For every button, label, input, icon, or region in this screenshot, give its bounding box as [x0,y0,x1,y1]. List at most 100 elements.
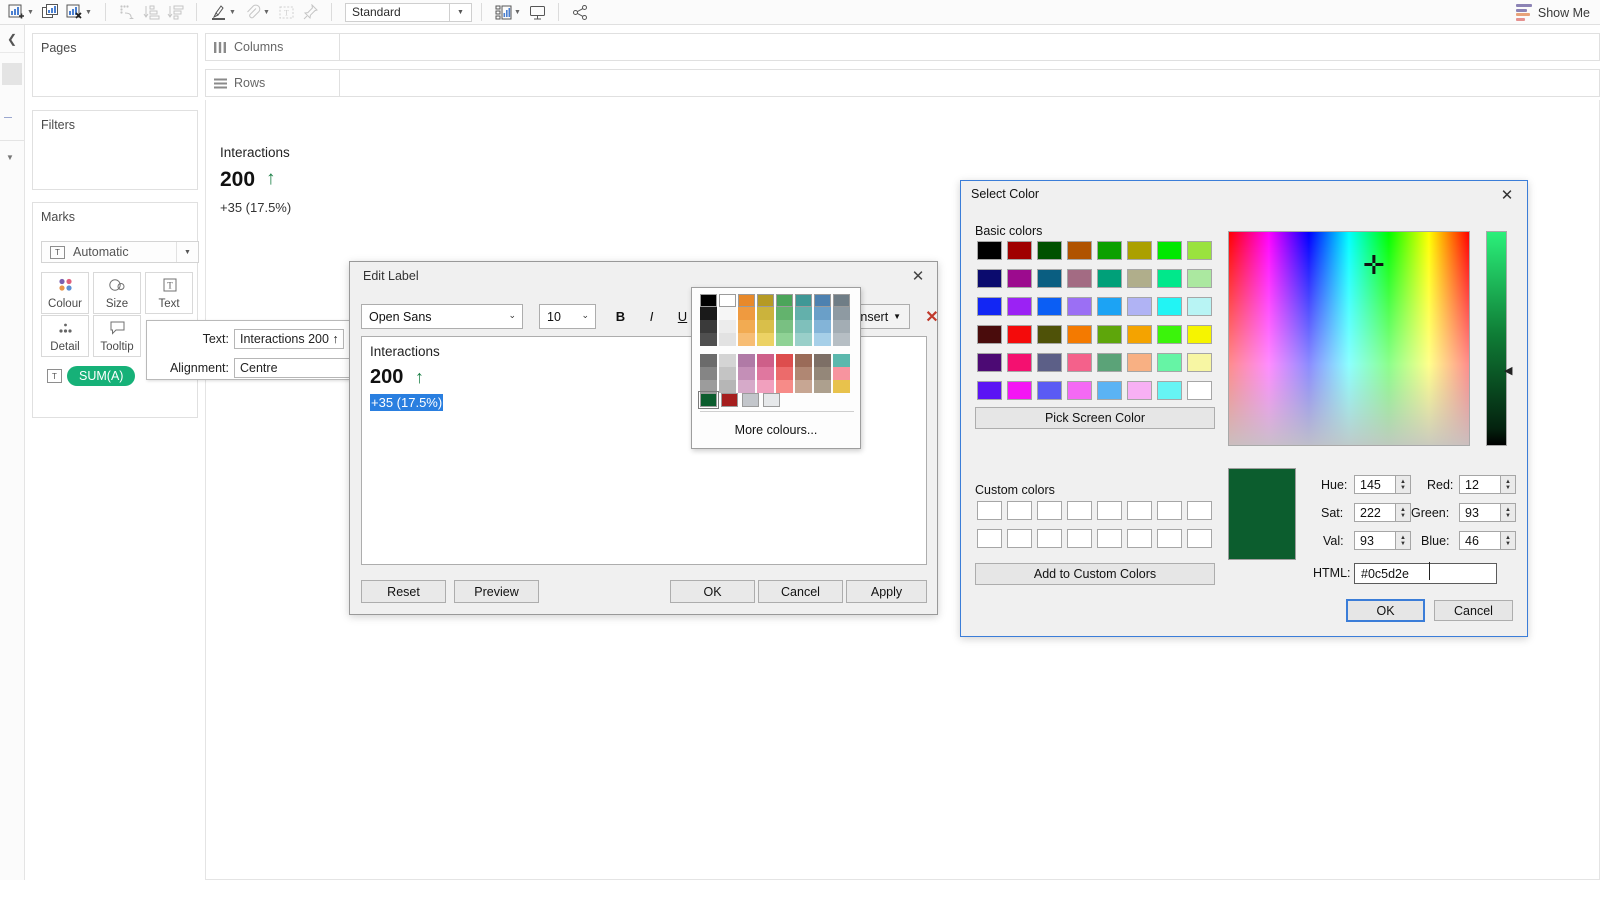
marks-card[interactable]: Marks T Automatic ▼ Colour Size T Text D… [32,202,199,418]
duplicate-sheet-icon[interactable] [38,1,62,23]
preview-button[interactable]: Preview [454,580,539,603]
custom-color-slot[interactable] [1067,529,1092,548]
custom-color-slot[interactable] [1067,501,1092,520]
swap-rows-columns-icon[interactable] [115,1,139,23]
palette-swatch[interactable] [814,333,831,346]
basic-color-swatch[interactable] [1097,325,1122,344]
palette-swatch[interactable] [738,320,755,333]
basic-color-swatch[interactable] [1157,353,1182,372]
sat-spinner[interactable]: ▲ ▼ [1396,503,1411,522]
basic-color-swatch[interactable] [1037,353,1062,372]
val-input[interactable]: 93 [1354,531,1396,550]
highlight-icon[interactable] [206,1,230,23]
basic-color-swatch[interactable] [1067,381,1092,400]
palette-swatch[interactable] [757,320,774,333]
palette-swatch[interactable] [757,333,774,346]
palette-swatch[interactable] [700,307,717,320]
basic-color-swatch[interactable] [1067,353,1092,372]
palette-swatch[interactable] [719,307,736,320]
fit-select-caret-icon[interactable]: ▼ [450,2,472,22]
palette-swatch[interactable] [776,320,793,333]
palette-swatch[interactable] [700,333,717,346]
palette-swatch[interactable] [757,380,774,393]
basic-color-swatch[interactable] [1127,381,1152,400]
custom-color-slot[interactable] [1097,501,1122,520]
basic-color-swatch[interactable] [1187,381,1212,400]
filters-card[interactable]: Filters [32,110,198,190]
basic-color-swatch[interactable] [1007,241,1032,260]
pages-card[interactable]: Pages [32,33,198,97]
palette-swatch[interactable] [738,333,755,346]
basic-color-swatch[interactable] [1007,269,1032,288]
basic-color-swatch[interactable] [1067,297,1092,316]
show-me-button[interactable]: Show Me [1515,0,1590,25]
palette-swatch[interactable] [738,380,755,393]
marks-detail-button[interactable]: Detail [41,315,89,357]
palette-swatch[interactable] [795,367,812,380]
rows-shelf-dropzone[interactable] [340,69,1600,97]
palette-recent-swatch[interactable] [698,391,719,409]
custom-color-slot[interactable] [1127,529,1152,548]
basic-color-swatch[interactable] [1097,381,1122,400]
palette-swatch[interactable] [776,367,793,380]
show-hide-cards-icon[interactable] [491,1,515,23]
blue-spin-down-icon[interactable]: ▼ [1505,541,1511,547]
basic-color-swatch[interactable] [977,269,1002,288]
basic-color-swatch[interactable] [977,381,1002,400]
palette-swatch[interactable] [795,354,812,367]
custom-color-slot[interactable] [1157,501,1182,520]
custom-color-slot[interactable] [1097,529,1122,548]
red-input[interactable]: 12 [1459,475,1501,494]
green-spin-down-icon[interactable]: ▼ [1505,513,1511,519]
palette-swatch[interactable] [719,380,736,393]
palette-swatch[interactable] [757,307,774,320]
font-color-palette-dropdown[interactable]: More colours... [691,287,861,449]
basic-color-swatch[interactable] [1007,353,1032,372]
edit-label-apply-button[interactable]: Apply [846,580,927,603]
palette-swatch[interactable] [719,294,736,307]
palette-swatch[interactable] [776,333,793,346]
palette-swatch[interactable] [757,354,774,367]
rail-data-chip[interactable] [2,63,22,85]
reset-button[interactable]: Reset [361,580,446,603]
basic-color-swatch[interactable] [1187,269,1212,288]
edit-label-dialog[interactable]: Edit Label ✕ Open Sans ⌄ 10 ⌄ B I U ▼ [349,261,939,615]
hue-input[interactable]: 145 [1354,475,1396,494]
basic-color-swatch[interactable] [1127,325,1152,344]
new-worksheet-icon[interactable] [4,1,28,23]
select-color-cancel-button[interactable]: Cancel [1434,600,1513,621]
red-spinner[interactable]: ▲ ▼ [1501,475,1516,494]
palette-swatch[interactable] [814,307,831,320]
palette-swatch[interactable] [719,354,736,367]
basic-color-swatch[interactable] [1127,353,1152,372]
text-mark-icon[interactable]: T [274,1,298,23]
palette-swatch[interactable] [833,354,850,367]
pin-icon[interactable] [298,1,322,23]
basic-color-swatch[interactable] [977,353,1002,372]
basic-color-swatch[interactable] [977,297,1002,316]
palette-swatch[interactable] [814,380,831,393]
val-spinner[interactable]: ▲ ▼ [1396,531,1411,550]
select-color-close-icon[interactable]: ✕ [1495,185,1519,205]
basic-color-swatch[interactable] [1037,297,1062,316]
custom-color-slot[interactable] [1007,501,1032,520]
palette-swatch[interactable] [833,307,850,320]
share-icon[interactable] [568,1,592,23]
html-color-input[interactable]: #0c5d2e [1354,563,1497,584]
highlight-caret-icon[interactable]: ▼ [228,9,237,16]
alignment-field-input[interactable]: Centre [234,358,356,378]
basic-color-swatch[interactable] [1007,325,1032,344]
basic-color-swatch[interactable] [1007,297,1032,316]
custom-color-slot[interactable] [977,501,1002,520]
basic-color-swatch[interactable] [1097,353,1122,372]
basic-color-swatch[interactable] [1187,241,1212,260]
palette-swatch[interactable] [776,380,793,393]
add-to-custom-colors-button[interactable]: Add to Custom Colors [975,563,1215,585]
palette-swatch[interactable] [700,354,717,367]
clear-sheet-caret-icon[interactable]: ▼ [84,9,93,16]
sort-descending-icon[interactable] [163,1,187,23]
clear-formatting-icon[interactable]: ✕ [918,304,946,329]
value-slider[interactable] [1486,231,1507,446]
basic-color-swatch[interactable] [1127,269,1152,288]
marks-type-dropdown[interactable]: T Automatic ▼ [41,241,199,263]
